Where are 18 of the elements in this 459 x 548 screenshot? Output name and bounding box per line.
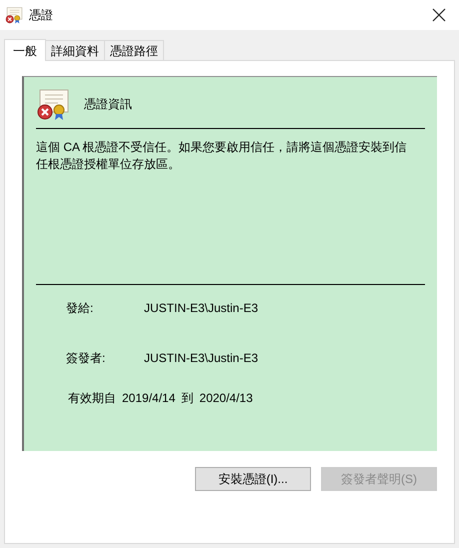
action-button[interactable]: 安裝憑證(I)... — [195, 467, 311, 491]
close-icon — [432, 8, 446, 22]
tab[interactable]: 憑證路徑 — [105, 40, 164, 60]
info-heading: 憑證資訊 — [84, 96, 132, 113]
valid-from-date: 2019/4/14 — [122, 390, 176, 407]
certificate-error-icon — [36, 87, 70, 121]
tab[interactable]: 一般 — [4, 39, 46, 61]
validity-label: 有效期自 — [68, 390, 116, 407]
valid-to-date: 2020/4/13 — [199, 390, 253, 407]
certificate-icon — [5, 6, 23, 24]
field-value: JUSTIN-E3\Justin-E3 — [144, 300, 258, 317]
window-title: 憑證 — [29, 7, 53, 24]
tab[interactable]: 詳細資料 — [46, 40, 105, 60]
validity-separator: 到 — [181, 390, 194, 407]
field-label: 簽發者: — [66, 350, 106, 367]
trust-message: 這個 CA 根憑證不受信任。如果您要啟用信任，請將這個憑證安裝到信任根憑證授權單位存放區。 — [36, 139, 408, 173]
field-value: JUSTIN-E3\Justin-E3 — [144, 350, 258, 367]
field-label: 發給: — [66, 300, 94, 317]
